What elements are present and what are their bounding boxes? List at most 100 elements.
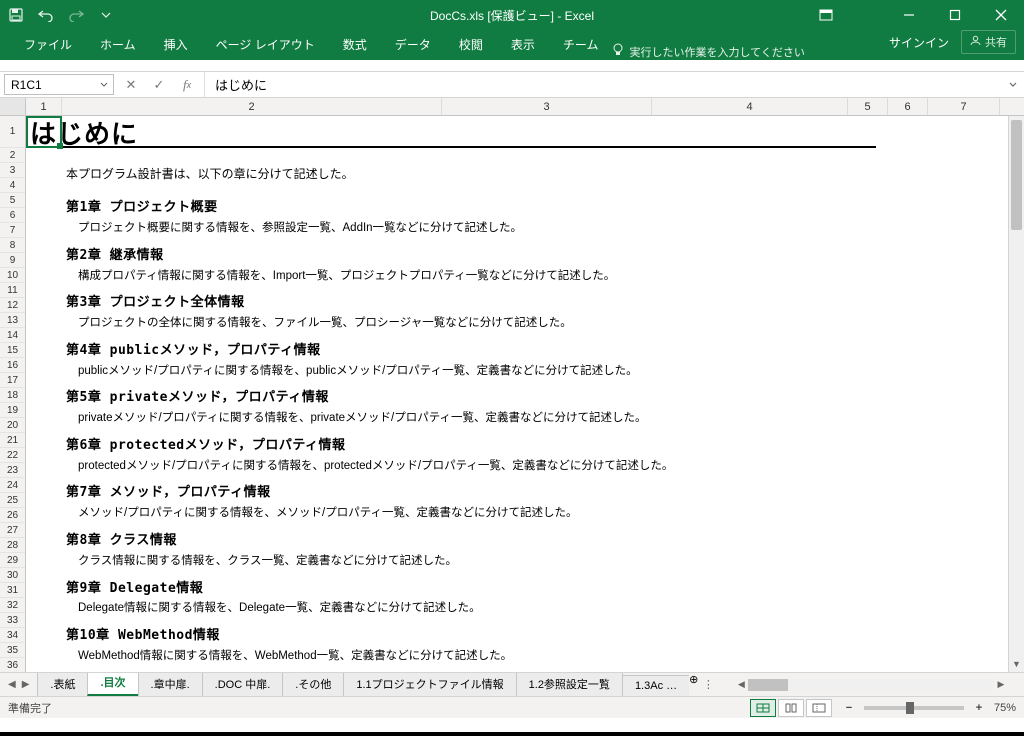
row-header[interactable]: 20: [0, 418, 25, 433]
enter-icon[interactable]: ✓: [150, 77, 168, 93]
sheet-tab[interactable]: .DOC 中扉.: [202, 673, 284, 696]
row-header[interactable]: 11: [0, 283, 25, 298]
cells-area[interactable]: はじめに 本プログラム設計書は、以下の章に分けて記述した。 第1章 プロジェクト…: [26, 116, 1008, 672]
cancel-icon[interactable]: ✕: [122, 77, 140, 93]
row-header[interactable]: 33: [0, 613, 25, 628]
hscroll-thumb[interactable]: [748, 679, 788, 691]
view-normal-icon[interactable]: [750, 699, 776, 717]
row-header[interactable]: 19: [0, 403, 25, 418]
row-header[interactable]: 13: [0, 313, 25, 328]
sheet-tab[interactable]: 1.1プロジェクトファイル情報: [343, 673, 516, 696]
row-header[interactable]: 30: [0, 568, 25, 583]
row-header[interactable]: 23: [0, 463, 25, 478]
col-header[interactable]: 1: [26, 98, 62, 115]
zoom-level[interactable]: 75%: [994, 702, 1016, 714]
new-sheet-icon[interactable]: ⊕: [689, 673, 698, 696]
zoom-out-button[interactable]: −: [842, 702, 856, 714]
sheet-nav-next-icon[interactable]: ▶: [22, 679, 30, 690]
name-box-dropdown-icon[interactable]: [97, 75, 111, 94]
tab-home[interactable]: ホーム: [86, 30, 150, 60]
col-header[interactable]: 2: [62, 98, 442, 115]
zoom-knob[interactable]: [906, 702, 914, 714]
row-header[interactable]: 15: [0, 343, 25, 358]
row-header[interactable]: 21: [0, 433, 25, 448]
row-header[interactable]: 17: [0, 373, 25, 388]
row-header[interactable]: 26: [0, 508, 25, 523]
horizontal-scrollbar[interactable]: ◀ ▶: [718, 673, 1024, 696]
vscroll-thumb[interactable]: [1011, 120, 1022, 230]
row-header[interactable]: 10: [0, 268, 25, 283]
fx-icon[interactable]: fx: [178, 77, 196, 93]
col-header[interactable]: 7: [928, 98, 1000, 115]
hscroll-left-icon[interactable]: ◀: [734, 679, 748, 690]
sheet-nav-prev-icon[interactable]: ◀: [8, 679, 16, 690]
hscroll-track[interactable]: [748, 679, 994, 691]
row-header[interactable]: 34: [0, 628, 25, 643]
tab-review[interactable]: 校閲: [445, 30, 497, 60]
row-header[interactable]: 9: [0, 253, 25, 268]
row-header[interactable]: 18: [0, 388, 25, 403]
tab-view[interactable]: 表示: [497, 30, 549, 60]
row-header[interactable]: 12: [0, 298, 25, 313]
row-header[interactable]: 16: [0, 358, 25, 373]
row-header[interactable]: 6: [0, 208, 25, 223]
sheet-tab[interactable]: 1.2参照設定一覧: [516, 673, 623, 696]
view-page-break-icon[interactable]: [806, 699, 832, 717]
sheet-tab[interactable]: .表紙: [37, 673, 88, 696]
col-header[interactable]: 3: [442, 98, 652, 115]
row-header[interactable]: 28: [0, 538, 25, 553]
row-header[interactable]: 31: [0, 583, 25, 598]
tab-insert[interactable]: 挿入: [150, 30, 202, 60]
tab-file[interactable]: ファイル: [10, 30, 86, 60]
sheet-tab[interactable]: .目次: [87, 673, 138, 696]
row-header[interactable]: 5: [0, 193, 25, 208]
sheet-menu-icon[interactable]: ⋮: [698, 673, 718, 696]
row-header[interactable]: 7: [0, 223, 25, 238]
sheet-tab[interactable]: .章中扉.: [138, 673, 203, 696]
col-header[interactable]: 6: [888, 98, 928, 115]
redo-icon[interactable]: [68, 7, 84, 23]
col-header[interactable]: 4: [652, 98, 848, 115]
close-button[interactable]: [978, 0, 1024, 30]
sheet-tab[interactable]: .その他: [282, 673, 344, 696]
hscroll-right-icon[interactable]: ▶: [994, 679, 1008, 690]
row-header[interactable]: 25: [0, 493, 25, 508]
tab-formulas[interactable]: 数式: [329, 30, 381, 60]
vertical-scrollbar[interactable]: ▲ ▼: [1008, 116, 1024, 672]
tab-team[interactable]: チーム: [549, 30, 613, 60]
save-icon[interactable]: [8, 7, 24, 23]
tab-page-layout[interactable]: ページ レイアウト: [202, 30, 329, 60]
formula-expand-icon[interactable]: [1002, 72, 1024, 97]
select-all-corner[interactable]: [0, 98, 26, 115]
col-header[interactable]: 5: [848, 98, 888, 115]
undo-icon[interactable]: [38, 7, 54, 23]
ribbon-display-options-icon[interactable]: [818, 7, 834, 23]
zoom-slider[interactable]: [864, 706, 964, 710]
row-header[interactable]: 4: [0, 178, 25, 193]
row-header[interactable]: 1: [0, 116, 25, 148]
scroll-down-icon[interactable]: ▼: [1009, 656, 1024, 672]
row-header[interactable]: 35: [0, 643, 25, 658]
row-header[interactable]: 14: [0, 328, 25, 343]
qat-customize-icon[interactable]: [98, 7, 114, 23]
row-header[interactable]: 32: [0, 598, 25, 613]
maximize-button[interactable]: [932, 0, 978, 30]
view-page-layout-icon[interactable]: [778, 699, 804, 717]
formula-input[interactable]: はじめに: [205, 72, 1002, 97]
tab-data[interactable]: データ: [381, 30, 445, 60]
share-button[interactable]: 共有: [961, 30, 1016, 54]
row-header[interactable]: 2: [0, 148, 25, 163]
row-header[interactable]: 36: [0, 658, 25, 672]
minimize-button[interactable]: [886, 0, 932, 30]
tell-me[interactable]: 実行したい作業を入力してください: [612, 43, 804, 60]
row-header[interactable]: 27: [0, 523, 25, 538]
row-header[interactable]: 24: [0, 478, 25, 493]
row-header[interactable]: 29: [0, 553, 25, 568]
name-box[interactable]: R1C1: [4, 74, 114, 95]
row-header[interactable]: 22: [0, 448, 25, 463]
signin-link[interactable]: サインイン: [889, 34, 949, 51]
row-header[interactable]: 3: [0, 163, 25, 178]
sheet-tab[interactable]: 1.3Ac …: [622, 675, 689, 696]
zoom-in-button[interactable]: +: [972, 702, 986, 714]
row-header[interactable]: 8: [0, 238, 25, 253]
